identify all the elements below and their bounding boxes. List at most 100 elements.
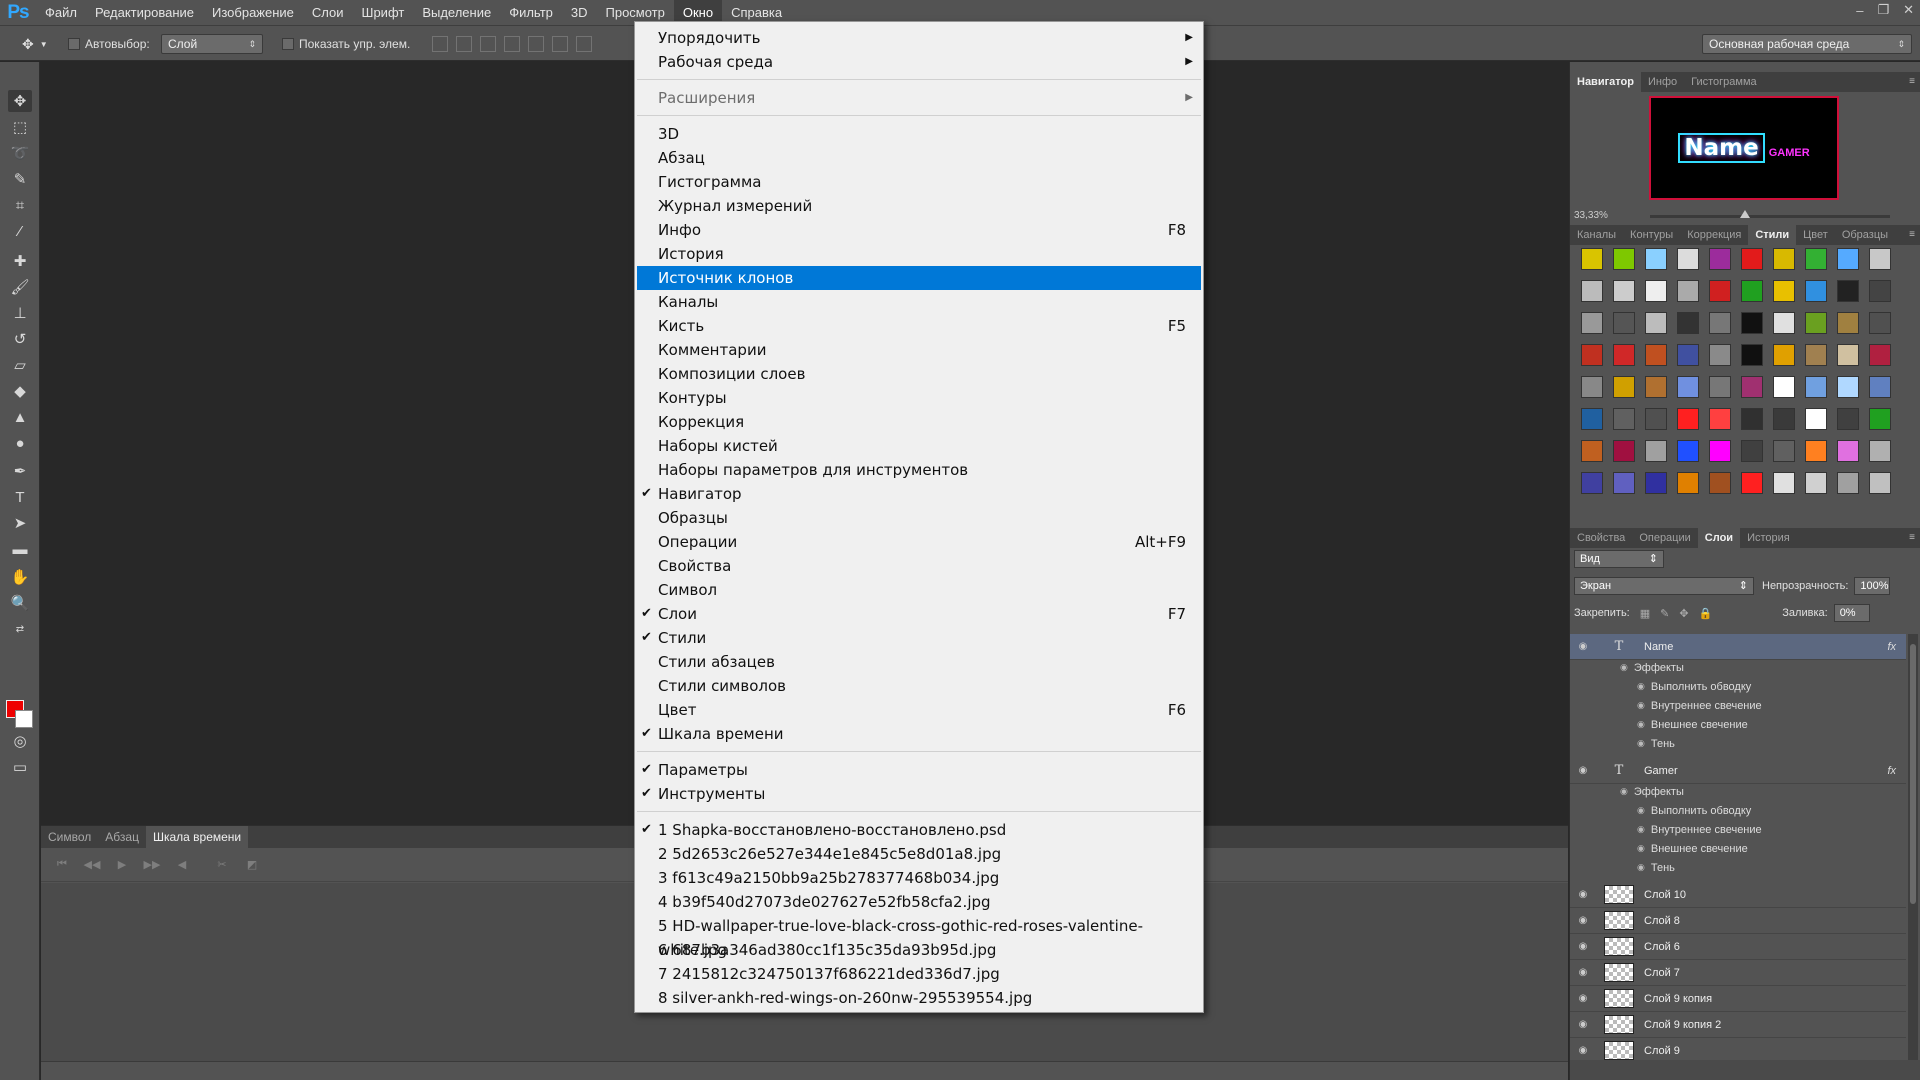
menu-option[interactable]: Рабочая среда ▶	[637, 50, 1201, 74]
blend-mode-dropdown[interactable]: Экран ⇕	[1574, 577, 1754, 595]
style-swatch[interactable]	[1773, 344, 1795, 366]
autoselect-dropdown[interactable]: Слой ⇕	[161, 34, 263, 54]
menu-option[interactable]: 2 5d2653c26e527e344e1e845c5e8d01a8.jpg	[637, 842, 1201, 866]
style-swatch[interactable]	[1613, 280, 1635, 302]
style-swatch[interactable]	[1869, 248, 1891, 270]
blur-tool-icon[interactable]: ▲	[8, 406, 32, 428]
menu-option[interactable]: Свойства	[637, 554, 1201, 578]
style-swatch[interactable]	[1677, 344, 1699, 366]
menu-option[interactable]: 6 687b3a346ad380cc1f135c35da93b95d.jpg	[637, 938, 1201, 962]
style-swatch[interactable]	[1805, 472, 1827, 494]
tab-histogram[interactable]: Гистограмма	[1684, 72, 1764, 92]
visibility-eye-icon[interactable]: ◉	[1570, 941, 1596, 952]
style-swatch[interactable]	[1581, 376, 1603, 398]
panel-menu-icon[interactable]: ≡	[1909, 229, 1915, 240]
visibility-eye-icon[interactable]: ◉	[1637, 843, 1645, 854]
navigator-zoom-handle[interactable]	[1740, 210, 1750, 218]
menu-edit[interactable]: Редактирование	[86, 0, 203, 25]
menu-option[interactable]: 4 b39f540d27073de027627e52fb58cfa2.jpg	[637, 890, 1201, 914]
layer-effects-icon[interactable]: fx	[1887, 765, 1896, 777]
lasso-tool-icon[interactable]: ➰	[8, 142, 32, 164]
menu-option[interactable]: Цвет F6	[637, 698, 1201, 722]
style-swatch[interactable]	[1869, 280, 1891, 302]
style-swatch[interactable]	[1741, 376, 1763, 398]
visibility-eye-icon[interactable]: ◉	[1570, 765, 1596, 776]
style-swatch[interactable]	[1709, 440, 1731, 462]
tab-info[interactable]: Инфо	[1641, 72, 1684, 92]
tab-paths[interactable]: Контуры	[1623, 225, 1680, 245]
scissors-icon[interactable]: ✂	[207, 858, 237, 871]
audio-icon[interactable]: ◀	[167, 858, 197, 871]
type-tool-icon[interactable]: T	[8, 486, 32, 508]
move-tool-preset[interactable]: ✥ ▼	[22, 26, 48, 62]
tab-styles[interactable]: Стили	[1748, 225, 1797, 245]
background-color-swatch[interactable]	[15, 710, 33, 728]
visibility-eye-icon[interactable]: ◉	[1637, 862, 1645, 873]
opacity-input[interactable]: 100%	[1854, 577, 1891, 595]
menu-image[interactable]: Изображение	[203, 0, 303, 25]
path-select-tool-icon[interactable]: ➤	[8, 512, 32, 534]
navigator-zoom-value[interactable]: 33,33%	[1574, 210, 1608, 221]
style-swatch[interactable]	[1581, 472, 1603, 494]
style-swatch[interactable]	[1645, 344, 1667, 366]
effect-row[interactable]: ◉ Тень	[1570, 734, 1906, 753]
style-swatch[interactable]	[1613, 344, 1635, 366]
pen-tool-icon[interactable]: ✒	[8, 460, 32, 482]
panel-menu-icon[interactable]: ≡	[1909, 532, 1915, 543]
style-swatch[interactable]	[1805, 408, 1827, 430]
layer-row[interactable]: ◉ Слой 9 копия	[1570, 986, 1906, 1012]
align-bottom-icon[interactable]	[480, 36, 496, 52]
menu-option[interactable]: История	[637, 242, 1201, 266]
style-swatch[interactable]	[1837, 248, 1859, 270]
style-swatch[interactable]	[1709, 344, 1731, 366]
tab-color[interactable]: Цвет	[1796, 225, 1835, 245]
layer-row[interactable]: ◉ Слой 7	[1570, 960, 1906, 986]
history-brush-tool-icon[interactable]: ↺	[8, 328, 32, 350]
menu-option[interactable]: ✔ Стили	[637, 626, 1201, 650]
menu-option[interactable]: ✔ Инструменты	[637, 782, 1201, 806]
visibility-eye-icon[interactable]: ◉	[1637, 805, 1645, 816]
move-tool-icon[interactable]: ✥	[8, 90, 32, 112]
style-swatch[interactable]	[1677, 440, 1699, 462]
menu-option[interactable]: ✔ Слои F7	[637, 602, 1201, 626]
visibility-eye-icon[interactable]: ◉	[1570, 1045, 1596, 1056]
swap-colors-icon[interactable]: ⇄	[8, 618, 32, 640]
quick-mask-icon[interactable]: ◎	[8, 730, 32, 752]
menu-option[interactable]: Операции Alt+F9	[637, 530, 1201, 554]
menu-option[interactable]: 8 silver-ankh-red-wings-on-260nw-2955395…	[637, 986, 1201, 1010]
style-swatch[interactable]	[1869, 312, 1891, 334]
visibility-eye-icon[interactable]: ◉	[1570, 915, 1596, 926]
effects-group[interactable]: ◉ Эффекты	[1570, 658, 1906, 677]
close-icon[interactable]: ✕	[1903, 2, 1914, 18]
effect-row[interactable]: ◉ Внутреннее свечение	[1570, 696, 1906, 715]
hand-tool-icon[interactable]: ✋	[8, 566, 32, 588]
autoselect-checkbox[interactable]	[68, 38, 80, 50]
menu-option[interactable]: 3 f613c49a2150bb9a25b278377468b034.jpg	[637, 866, 1201, 890]
layer-name[interactable]: Name	[1644, 641, 1673, 653]
layer-row[interactable]: ◉ Слой 9	[1570, 1038, 1906, 1062]
style-swatch[interactable]	[1645, 248, 1667, 270]
tab-channels[interactable]: Каналы	[1570, 225, 1623, 245]
effect-row[interactable]: ◉ Выполнить обводку	[1570, 801, 1906, 820]
layer-row[interactable]: ◉ T Name fx	[1570, 634, 1906, 660]
style-swatch[interactable]	[1677, 408, 1699, 430]
visibility-eye-icon[interactable]: ◉	[1637, 719, 1645, 730]
menu-option[interactable]: Абзац	[637, 146, 1201, 170]
style-swatch[interactable]	[1677, 312, 1699, 334]
style-swatch[interactable]	[1741, 472, 1763, 494]
layer-name[interactable]: Слой 6	[1644, 941, 1680, 953]
style-swatch[interactable]	[1709, 280, 1731, 302]
style-swatch[interactable]	[1869, 376, 1891, 398]
style-swatch[interactable]	[1645, 408, 1667, 430]
menu-type[interactable]: Шрифт	[353, 0, 414, 25]
layers-scrollbar[interactable]	[1908, 634, 1918, 1062]
layer-name[interactable]: Слой 9	[1644, 1045, 1680, 1057]
menu-option[interactable]: Стили символов	[637, 674, 1201, 698]
layer-name[interactable]: Слой 7	[1644, 967, 1680, 979]
menu-select[interactable]: Выделение	[413, 0, 500, 25]
marquee-tool-icon[interactable]: ⬚	[8, 116, 32, 138]
menu-option[interactable]: Каналы	[637, 290, 1201, 314]
style-swatch[interactable]	[1709, 408, 1731, 430]
style-swatch[interactable]	[1581, 344, 1603, 366]
layer-row[interactable]: ◉ Слой 8	[1570, 908, 1906, 934]
